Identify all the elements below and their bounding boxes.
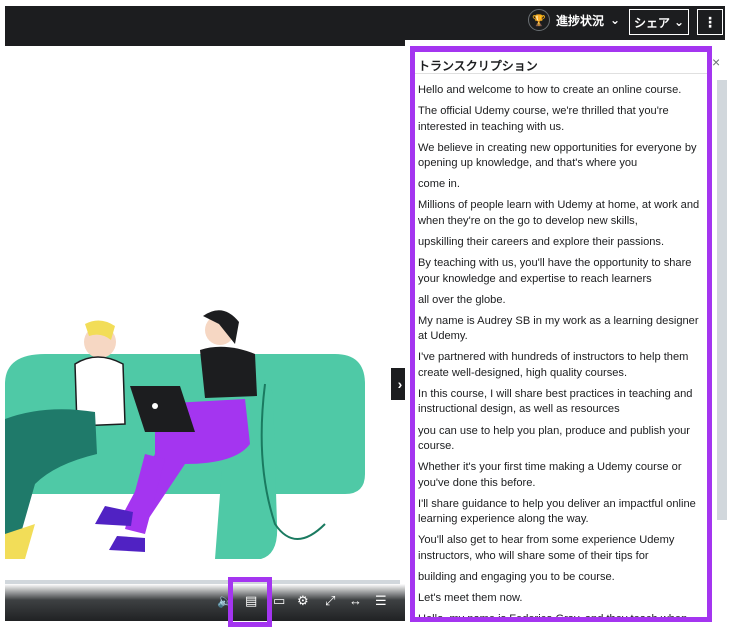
transcript-cue[interactable]: Millions of people learn with Udemy at h…	[415, 198, 707, 229]
transcript-cue[interactable]: building and engaging you to be course.	[415, 570, 707, 586]
transcript-cue[interactable]: you can use to help you plan, produce an…	[415, 424, 707, 455]
transcript-cue[interactable]: By teaching with us, you'll have the opp…	[415, 256, 707, 287]
chevron-down-icon: ⌄	[610, 13, 621, 27]
transcript-cue[interactable]: upskilling their careers and explore the…	[415, 235, 707, 251]
progress-label: 進捗状況	[556, 13, 605, 28]
chevron-down-icon: ⌄	[673, 15, 685, 29]
captions-icon[interactable]: ▭	[273, 592, 285, 610]
transcript-cues: Hello and welcome to how to create an on…	[415, 74, 707, 617]
transcript-cue[interactable]: I'll share guidance to help you deliver …	[415, 497, 707, 528]
player-controls: 🔈 ▤ ▭ ⚙ ⤢ ↔ ☰	[5, 584, 405, 621]
share-label: シェア	[633, 15, 670, 30]
transcript-cue[interactable]: I've partnered with hundreds of instruct…	[415, 350, 707, 381]
transcript-cue[interactable]: We believe in creating new opportunities…	[415, 141, 707, 172]
transcript-cue[interactable]: The official Udemy course, we're thrille…	[415, 104, 707, 135]
transcript-cue[interactable]: You'll also get to hear from some experi…	[415, 533, 707, 564]
transcript-cue[interactable]: Let's meet them now.	[415, 591, 707, 607]
scrollbar[interactable]	[717, 80, 727, 520]
trophy-icon: 🏆	[528, 9, 550, 31]
transcript-list: トランスクリプション Hello and welcome to how to c…	[410, 46, 712, 622]
notes-icon[interactable]: ☰	[375, 592, 387, 610]
video-player[interactable]: › 🔈 ▤ ▭ ⚙ ⤢ ↔ ☰	[5, 54, 405, 621]
expand-icon[interactable]: ↔	[349, 592, 362, 610]
transcript-cue[interactable]: In this course, I will share best practi…	[415, 387, 707, 418]
transcript-cue[interactable]: Whether it's your first time making a Ud…	[415, 460, 707, 491]
transcript-button-highlight	[228, 577, 272, 627]
settings-icon[interactable]: ⚙	[297, 592, 309, 610]
transcript-cue[interactable]: Hello, my name is Federico Gray, and the…	[415, 612, 707, 617]
fullscreen-icon[interactable]: ⤢	[325, 592, 335, 610]
more-options-button[interactable]: ⋮	[697, 9, 723, 35]
transcript-cue[interactable]: My name is Audrey SB in my work as a lea…	[415, 314, 707, 345]
video-illustration	[5, 310, 365, 559]
transcript-cue[interactable]: come in.	[415, 177, 707, 193]
transcript-cue[interactable]: all over the globe.	[415, 293, 707, 309]
chevron-right-icon: ›	[397, 376, 403, 392]
share-button[interactable]: シェア ⌄	[629, 9, 689, 35]
next-lecture-button[interactable]: ›	[391, 368, 405, 400]
transcript-cue[interactable]: Hello and welcome to how to create an on…	[415, 83, 707, 99]
close-icon[interactable]: ×	[712, 54, 720, 70]
progress-button[interactable]: 🏆 進捗状況 ⌄	[528, 6, 620, 34]
transcript-title: トランスクリプション	[415, 52, 707, 74]
more-icon: ⋮	[703, 13, 717, 30]
